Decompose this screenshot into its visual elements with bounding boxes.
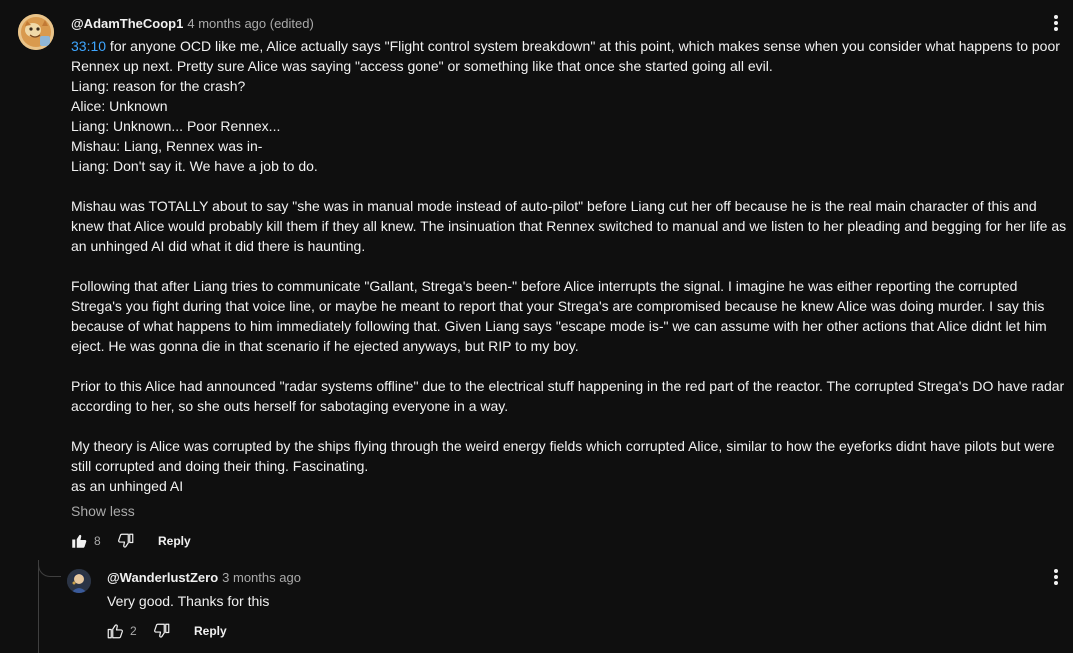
comment-menu-button[interactable] bbox=[1044, 11, 1068, 35]
reply-timestamp[interactable]: 3 months ago bbox=[222, 570, 301, 585]
reply-reply-button[interactable]: Reply bbox=[194, 624, 227, 638]
dialogue-line: Alice: Unknown bbox=[71, 98, 168, 114]
comment-last-line: as an unhinged AI bbox=[71, 478, 184, 494]
reply-avatar[interactable] bbox=[67, 569, 91, 593]
reply-button[interactable]: Reply bbox=[158, 534, 191, 548]
comment-author[interactable]: @AdamTheCoop1 bbox=[71, 16, 183, 31]
thumbs-down-icon bbox=[154, 623, 170, 638]
comment-paragraph: Mishau was TOTALLY about to say "she was… bbox=[71, 198, 1067, 254]
show-less-button[interactable]: Show less bbox=[71, 501, 135, 521]
comment-timestamp[interactable]: 4 months ago (edited) bbox=[187, 16, 313, 31]
comment-paragraph: Prior to this Alice had announced "radar… bbox=[71, 378, 1065, 414]
reply-like-count: 2 bbox=[130, 624, 137, 638]
thumbs-down-icon bbox=[118, 533, 134, 548]
like-button[interactable] bbox=[67, 529, 91, 553]
dialogue-line: Liang: Don't say it. We have a job to do… bbox=[71, 158, 318, 174]
reply-author[interactable]: @WanderlustZero bbox=[107, 570, 218, 585]
dislike-button[interactable] bbox=[114, 529, 138, 553]
like-count: 8 bbox=[94, 534, 101, 548]
reply-menu-button[interactable] bbox=[1044, 565, 1068, 589]
comment-body: 33:10 for anyone OCD like me, Alice actu… bbox=[71, 36, 1071, 496]
dialogue-line: Liang: Unknown... Poor Rennex... bbox=[71, 118, 281, 134]
dialogue-line: Liang: reason for the crash? bbox=[71, 78, 246, 94]
reply-dislike-button[interactable] bbox=[150, 619, 174, 643]
thumbs-up-filled-icon bbox=[72, 534, 87, 548]
thumbs-up-outline-icon bbox=[107, 624, 123, 639]
reply-actions: 2 Reply bbox=[103, 619, 227, 643]
dialogue-line: Mishau: Liang, Rennex was in- bbox=[71, 138, 263, 154]
video-timestamp-link[interactable]: 33:10 bbox=[71, 38, 106, 54]
avatar-image bbox=[18, 14, 54, 50]
comment-header: @AdamTheCoop1 4 months ago (edited) bbox=[71, 15, 314, 33]
comment-paragraph: Following that after Liang tries to comm… bbox=[71, 278, 1047, 354]
reply-header: @WanderlustZero 3 months ago bbox=[107, 569, 301, 587]
avatar[interactable] bbox=[18, 14, 54, 50]
comment-first-line: 33:10 for anyone OCD like me, Alice actu… bbox=[71, 36, 1071, 76]
reply-body: Very good. Thanks for this bbox=[107, 593, 270, 609]
comment-paragraph: My theory is Alice was corrupted by the … bbox=[71, 438, 1055, 474]
comment-actions: 8 Reply bbox=[67, 529, 191, 553]
reply-like-button[interactable] bbox=[103, 619, 127, 643]
comment-first-line-text: for anyone OCD like me, Alice actually s… bbox=[71, 38, 1060, 74]
reply-avatar-image bbox=[67, 569, 91, 593]
